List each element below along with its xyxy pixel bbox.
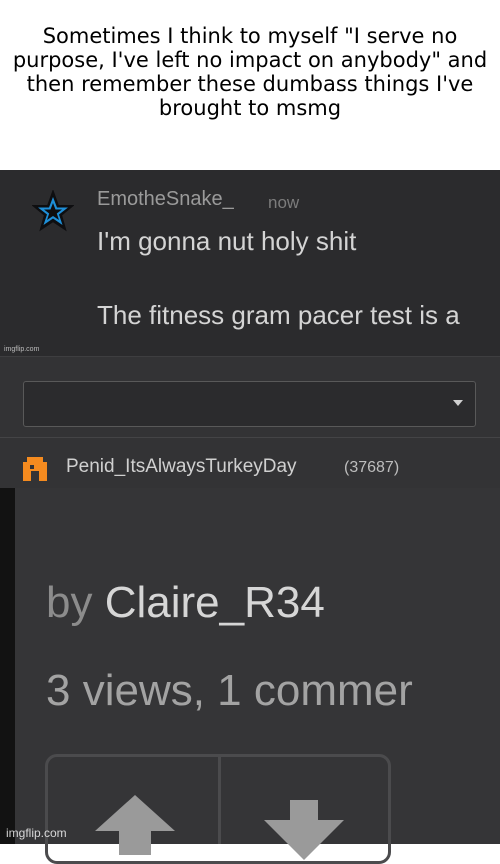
flair-select[interactable] [23, 381, 476, 427]
comment-username-2[interactable]: Penid_ItsAlwaysTurkeyDay [66, 456, 297, 478]
meme-caption: Sometimes I think to myself "I serve no … [12, 24, 488, 120]
star-icon [32, 190, 74, 232]
sidebar-strip [0, 488, 15, 844]
post-stats: 3 views, 1 commer [46, 666, 413, 715]
imgflip-watermark: imgflip.com [6, 826, 67, 840]
by-label: by [46, 578, 93, 627]
chevron-down-icon [453, 400, 463, 406]
comment-text-line2: The fitness gram pacer test is a [97, 300, 460, 330]
post-byline: by Claire_R34 [46, 578, 325, 628]
arrow-up-icon[interactable] [95, 795, 175, 855]
panel-divider [0, 356, 500, 357]
divider [0, 437, 500, 438]
imgflip-watermark-small: imgflip.com [4, 346, 40, 353]
comment-text-line1: I'm gonna nut holy shit [97, 226, 357, 256]
arrow-down-icon[interactable] [264, 800, 344, 860]
comment-timestamp: now [268, 193, 300, 212]
user-points: (37687) [344, 459, 400, 476]
author-link[interactable]: Claire_R34 [105, 578, 325, 627]
comment-username[interactable]: EmotheSnake_ [97, 188, 234, 211]
pixel-avatar-icon [23, 457, 47, 481]
vote-divider [218, 754, 221, 844]
